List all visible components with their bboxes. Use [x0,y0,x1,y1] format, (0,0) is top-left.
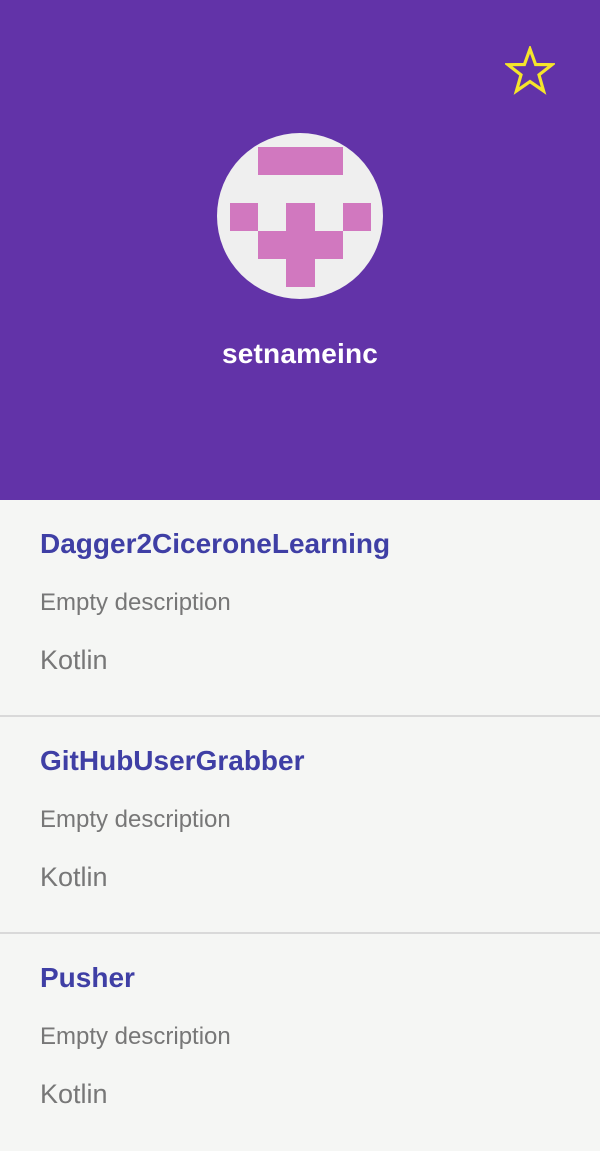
repository-list: Dagger2CiceroneLearning Empty descriptio… [0,500,600,1151]
repo-language: Kotlin [40,862,108,892]
profile-header: setnameinc [0,0,600,500]
repo-description: Empty description [40,589,231,616]
star-outline-icon [505,46,555,95]
identicon [230,147,371,287]
list-item[interactable]: Dagger2CiceroneLearning Empty descriptio… [0,500,600,717]
username: setnameinc [221,338,379,369]
repo-language: Kotlin [40,645,108,675]
repo-description: Empty description [40,1023,231,1050]
repo-language: Kotlin [40,1079,108,1109]
favorite-button[interactable] [503,44,557,98]
repo-name: Pusher [40,962,135,993]
list-item[interactable]: Pusher Empty description Kotlin [0,934,600,1151]
repo-name: Dagger2CiceroneLearning [40,528,391,559]
repo-description: Empty description [40,806,231,833]
avatar [217,133,383,299]
repo-name: GitHubUserGrabber [40,745,305,776]
list-item[interactable]: GitHubUserGrabber Empty description Kotl… [0,717,600,934]
